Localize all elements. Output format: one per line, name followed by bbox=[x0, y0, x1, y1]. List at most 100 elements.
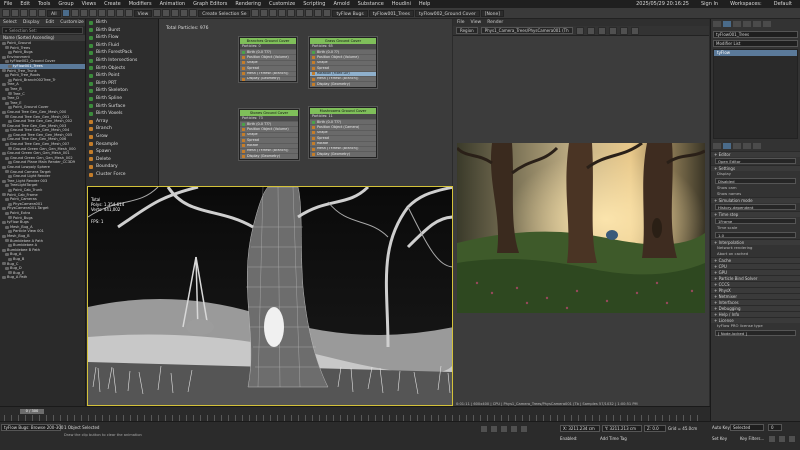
orbit-icon[interactable] bbox=[778, 435, 786, 443]
link-icon[interactable] bbox=[20, 9, 28, 17]
selected-dropdown[interactable]: Selected bbox=[730, 424, 764, 431]
visibility-eye-icon[interactable] bbox=[8, 64, 12, 68]
visibility-eye-icon[interactable] bbox=[8, 119, 12, 123]
visibility-eye-icon[interactable] bbox=[5, 156, 9, 160]
schematic-icon[interactable] bbox=[287, 9, 296, 17]
operator-item[interactable]: Birth PRT bbox=[87, 80, 158, 88]
rollout-property-field[interactable]: [ Node-locked ] bbox=[715, 330, 796, 336]
visibility-eye-icon[interactable] bbox=[8, 257, 12, 261]
next-frame-icon[interactable] bbox=[510, 425, 518, 433]
visibility-eye-icon[interactable] bbox=[2, 138, 6, 142]
operator-item[interactable]: Birth Objects bbox=[87, 65, 158, 73]
key-filters-button[interactable]: Key Filters... bbox=[740, 436, 764, 441]
add-time-tag[interactable]: Add Time Tag bbox=[600, 436, 627, 441]
auto-key-button[interactable]: Auto Key bbox=[712, 425, 730, 430]
unlink-icon[interactable] bbox=[29, 9, 37, 17]
select-icon[interactable] bbox=[61, 9, 70, 17]
menu-item[interactable]: Tools bbox=[34, 1, 54, 7]
visibility-eye-icon[interactable] bbox=[5, 225, 9, 229]
place-icon[interactable] bbox=[124, 9, 133, 17]
visibility-eye-icon[interactable] bbox=[2, 124, 6, 128]
make-unique-icon[interactable] bbox=[733, 143, 741, 149]
visibility-eye-icon[interactable] bbox=[2, 220, 6, 224]
operator-item[interactable]: Birth Burst bbox=[87, 27, 158, 35]
visibility-eye-icon[interactable] bbox=[8, 92, 12, 96]
move-icon[interactable] bbox=[97, 9, 106, 17]
operator-item[interactable]: Birth Skeleton bbox=[87, 87, 158, 95]
layers-icon[interactable] bbox=[269, 9, 278, 17]
sign-in-button[interactable]: Sign In bbox=[697, 1, 722, 7]
scene-explorer-tab[interactable]: Display bbox=[23, 20, 40, 25]
menu-item[interactable]: File bbox=[0, 1, 16, 7]
menu-item[interactable]: Create bbox=[100, 1, 125, 7]
visibility-eye-icon[interactable] bbox=[5, 253, 9, 257]
visibility-eye-icon[interactable] bbox=[2, 55, 6, 59]
rollout-property-field[interactable]: 1Frame bbox=[715, 218, 796, 224]
pivot-icon[interactable] bbox=[153, 9, 162, 17]
visibility-eye-icon[interactable] bbox=[8, 188, 12, 192]
visibility-eye-icon[interactable] bbox=[2, 41, 6, 45]
current-frame-field[interactable]: 0 bbox=[768, 424, 782, 431]
render-icon[interactable] bbox=[323, 9, 332, 17]
visibility-eye-icon[interactable] bbox=[8, 230, 12, 234]
perspective-viewport[interactable]: Total Polys: 1,354,614 Verts: 441,002 FP… bbox=[87, 186, 453, 406]
event-operator[interactable]: Display (Geometry) bbox=[240, 153, 298, 159]
rollout-property-field[interactable]: Disabled bbox=[715, 178, 796, 184]
mirror-icon[interactable] bbox=[251, 9, 260, 17]
display-tab-icon[interactable] bbox=[753, 21, 761, 27]
object-name-field[interactable]: tyFlow001_Trees bbox=[713, 31, 798, 38]
visibility-eye-icon[interactable] bbox=[8, 161, 12, 165]
visibility-eye-icon[interactable] bbox=[5, 129, 9, 133]
flow-tab[interactable]: tyFlow002_Ground Cover bbox=[415, 9, 480, 17]
selection-filter-dropdown[interactable]: All bbox=[47, 9, 61, 17]
menu-item[interactable]: Views bbox=[78, 1, 100, 7]
visibility-eye-icon[interactable] bbox=[8, 133, 12, 137]
menu-item[interactable]: Rendering bbox=[231, 1, 265, 7]
event-operator[interactable]: Display (Geometry) bbox=[240, 75, 296, 82]
event-operator[interactable]: Display (Geometry) bbox=[310, 81, 376, 87]
flow-event[interactable]: Mushrooms Ground Cover Particles: 11 Birth… bbox=[309, 107, 377, 158]
visibility-eye-icon[interactable] bbox=[2, 110, 6, 114]
menu-item[interactable]: Arnold bbox=[329, 1, 353, 7]
flow-event[interactable]: Branches Ground Cover Particles: 0 Birth (… bbox=[239, 37, 297, 83]
rollout-property-field[interactable]: History-dependent bbox=[715, 204, 796, 210]
previous-frame-icon[interactable] bbox=[490, 425, 498, 433]
event-operator[interactable]: Display (Geometry) bbox=[310, 151, 376, 157]
visibility-eye-icon[interactable] bbox=[5, 197, 9, 201]
visibility-eye-icon[interactable] bbox=[2, 248, 6, 252]
redo-icon[interactable] bbox=[11, 9, 19, 17]
operator-item[interactable]: Delete bbox=[87, 156, 158, 164]
rollout-property-field[interactable]: 1.0 bbox=[715, 232, 796, 238]
flow-tab[interactable]: tyFlow Bugs bbox=[332, 9, 368, 17]
visibility-eye-icon[interactable] bbox=[8, 243, 12, 247]
visibility-eye-icon[interactable] bbox=[8, 147, 12, 151]
operator-item[interactable]: Spawn bbox=[87, 148, 158, 156]
named-selection-set-dropdown[interactable]: Create Selection Se bbox=[198, 9, 251, 17]
visibility-eye-icon[interactable] bbox=[2, 276, 6, 280]
spinner-snap-icon[interactable] bbox=[189, 9, 198, 17]
time-slider-track[interactable]: 0 / 300 bbox=[0, 406, 710, 421]
set-key-button[interactable]: Set Key bbox=[712, 436, 727, 441]
modifier-list-dropdown[interactable]: Modifier List bbox=[713, 40, 798, 47]
clone-frame-icon[interactable] bbox=[608, 26, 617, 35]
rollout-property-field[interactable]: Open Editor bbox=[715, 158, 796, 164]
visibility-eye-icon[interactable] bbox=[5, 101, 9, 105]
lock-icon[interactable] bbox=[575, 26, 584, 35]
visibility-eye-icon[interactable] bbox=[5, 87, 9, 91]
visibility-eye-icon[interactable] bbox=[5, 73, 9, 77]
visibility-eye-icon[interactable] bbox=[5, 266, 9, 270]
operator-item[interactable]: Birth Voxels bbox=[87, 110, 158, 118]
create-tab-icon[interactable] bbox=[713, 21, 721, 27]
coord-z[interactable]: Z: 0.0 bbox=[644, 425, 666, 432]
coord-y[interactable]: Y: 3211.213 cm bbox=[602, 425, 642, 432]
visibility-eye-icon[interactable] bbox=[8, 50, 12, 54]
operator-item[interactable]: Cluster Force bbox=[87, 171, 158, 179]
flow-tab[interactable]: tyFlow001_Trees bbox=[368, 9, 415, 17]
visibility-eye-icon[interactable] bbox=[8, 175, 12, 179]
operator-item[interactable]: Birth bbox=[87, 19, 158, 27]
render-setup-icon[interactable] bbox=[305, 9, 314, 17]
flow-tab[interactable]: [None] bbox=[480, 9, 504, 17]
rendered-frame-icon[interactable] bbox=[314, 9, 323, 17]
operator-item[interactable]: Birth Intersections bbox=[87, 57, 158, 65]
menu-item[interactable]: Substance bbox=[354, 1, 388, 7]
